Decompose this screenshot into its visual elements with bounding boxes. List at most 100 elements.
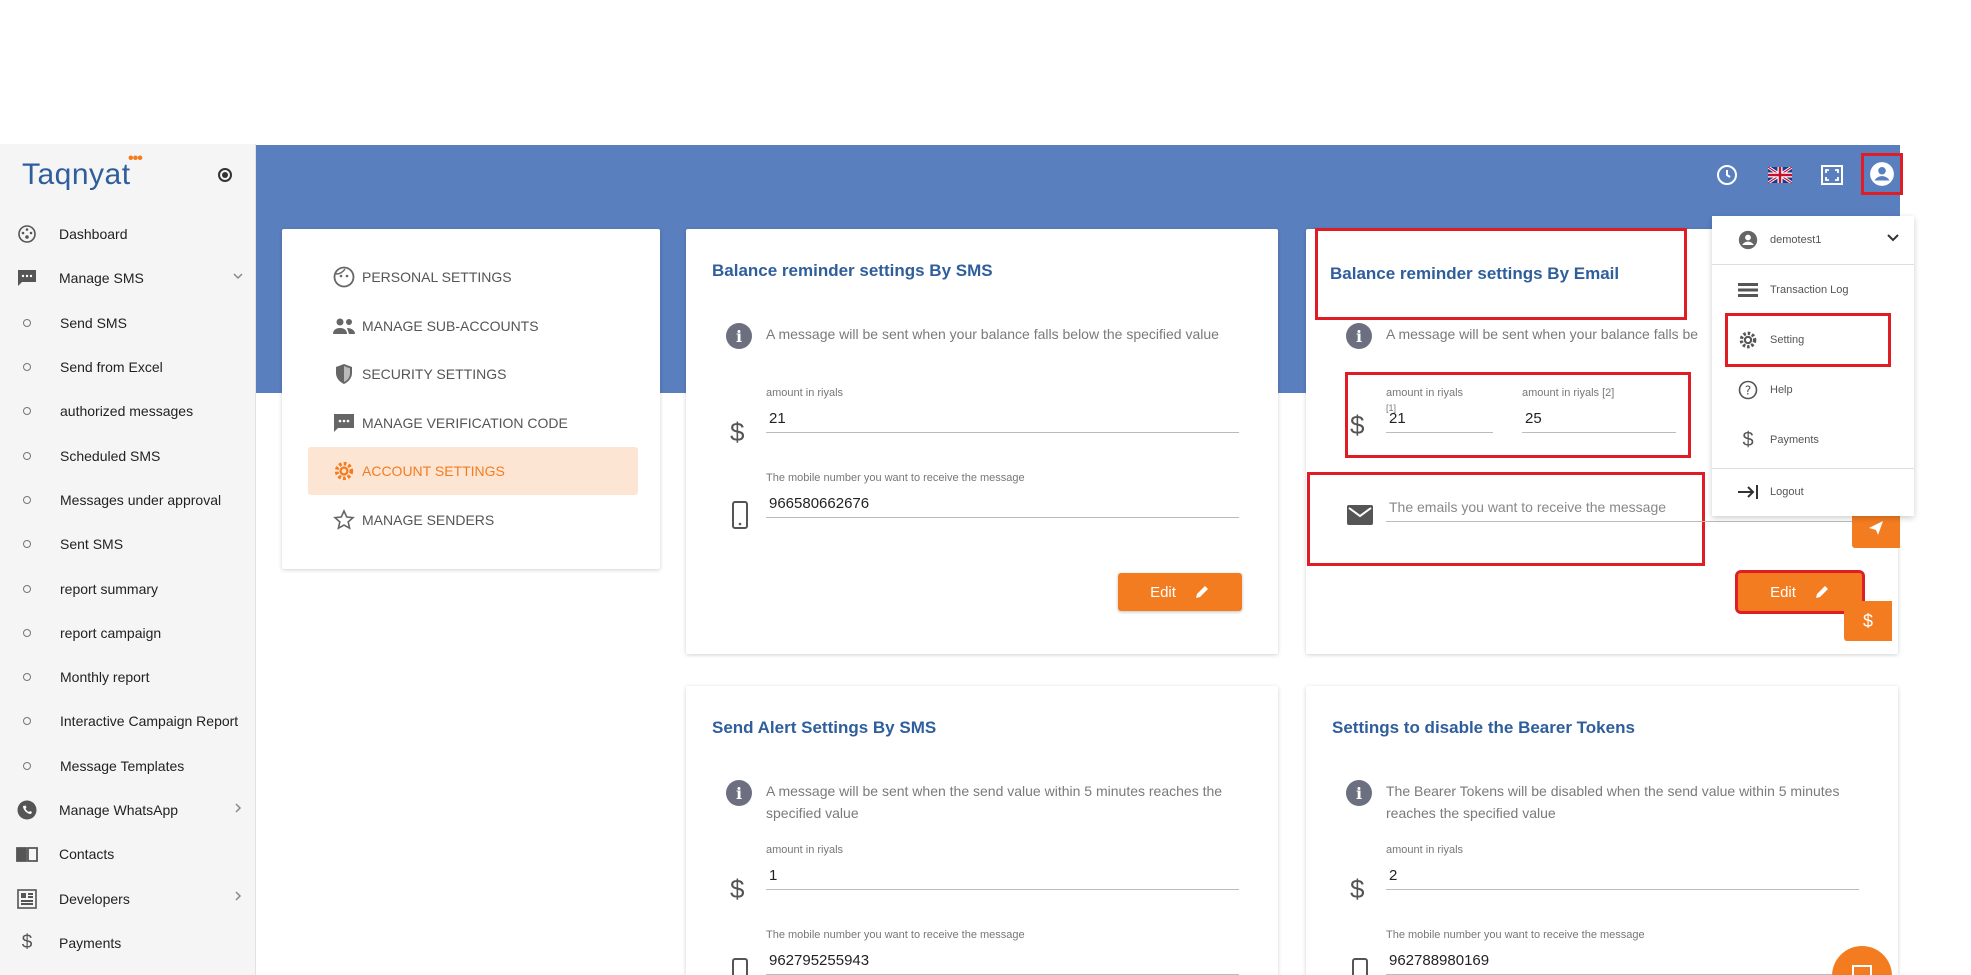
transaction-log-item[interactable]: Transaction Log bbox=[1712, 266, 1914, 314]
sidebar-item-messages-under-approval[interactable]: Messages under approval bbox=[0, 478, 256, 522]
menu-item-label: MANAGE SENDERS bbox=[362, 511, 495, 528]
mobile-input[interactable] bbox=[766, 947, 1239, 975]
info-icon: i bbox=[1346, 323, 1372, 349]
developers-icon bbox=[16, 888, 38, 910]
amount-field: amount in riyals bbox=[766, 844, 1239, 890]
sidebar-item-label: Monthly report bbox=[60, 669, 150, 686]
sidebar-item-manage-sms[interactable]: Manage SMS bbox=[0, 256, 256, 300]
info-row: i The Bearer Tokens will be disabled whe… bbox=[1346, 780, 1866, 824]
sidebar-item-label: Manage SMS bbox=[59, 270, 144, 287]
card-title: Send Alert Settings By SMS bbox=[712, 718, 937, 737]
uk-flag-icon[interactable] bbox=[1765, 160, 1795, 190]
field-label: The mobile number you want to receive th… bbox=[1386, 929, 1645, 941]
menu-item-security-settings[interactable]: SECURITY SETTINGS bbox=[308, 350, 638, 398]
bullet-icon bbox=[23, 717, 31, 726]
edit-button[interactable]: Edit bbox=[1118, 573, 1242, 611]
sidebar-item-message-templates[interactable]: Message Templates bbox=[0, 744, 256, 788]
sidebar-item-label: authorized messages bbox=[60, 403, 194, 420]
setting-item[interactable]: Setting bbox=[1725, 313, 1891, 367]
sidebar-item-send-from-excel[interactable]: Send from Excel bbox=[0, 345, 256, 389]
sidebar-item-label: Scheduled SMS bbox=[60, 447, 161, 464]
sidebar-item-payments[interactable]: $ Payments bbox=[0, 921, 256, 965]
menu-item-label: SECURITY SETTINGS bbox=[362, 366, 507, 382]
menu-item-manage-senders[interactable]: MANAGE SENDERS bbox=[308, 496, 638, 544]
history-icon[interactable] bbox=[1712, 160, 1742, 190]
logo-text: Taqnyat bbox=[22, 158, 131, 191]
settings-menu-card: PERSONAL SETTINGS MANAGE SUB-ACCOUNTS SECU… bbox=[282, 229, 660, 569]
card-title: Balance reminder settings By Email bbox=[1315, 228, 1687, 320]
message-icon bbox=[332, 411, 356, 435]
fullscreen-icon[interactable] bbox=[1817, 160, 1847, 190]
menu-item-personal-settings[interactable]: PERSONAL SETTINGS bbox=[308, 253, 638, 301]
sidebar-item-monthly-report[interactable]: Monthly report bbox=[0, 655, 256, 699]
sidebar-toggle[interactable] bbox=[218, 168, 232, 182]
amount2-input[interactable] bbox=[1522, 405, 1676, 433]
sidebar-item-send-sms[interactable]: Send SMS bbox=[0, 301, 256, 345]
menu-item-manage-sub-accounts[interactable]: MANAGE SUB-ACCOUNTS bbox=[308, 302, 638, 350]
sms-icon bbox=[16, 267, 38, 289]
dollar-icon: $ bbox=[1742, 428, 1754, 451]
sidebar-item-dashboard[interactable]: Dashboard bbox=[0, 212, 256, 256]
chat-icon bbox=[1852, 965, 1872, 975]
sidebar-item-packages[interactable]: Packages bbox=[0, 965, 256, 975]
edit-label: Edit bbox=[1770, 583, 1796, 601]
help-item[interactable]: ? Help bbox=[1712, 366, 1914, 414]
edit-label: Edit bbox=[1150, 583, 1176, 601]
sidebar-nav: Dashboard Manage SMS Send SMS Send from Exc… bbox=[0, 212, 256, 975]
sidebar-item-label: Payments bbox=[59, 934, 122, 951]
user-menu-username[interactable]: demotest1 bbox=[1712, 216, 1914, 264]
info-icon: i bbox=[726, 780, 752, 806]
mail-icon bbox=[1346, 504, 1374, 526]
logout-item[interactable]: Logout bbox=[1712, 468, 1914, 516]
bullet-icon bbox=[23, 628, 31, 637]
field-label: amount in riyals bbox=[766, 844, 844, 856]
info-icon: i bbox=[726, 323, 752, 349]
menu-item-manage-verification-code[interactable]: MANAGE VERIFICATION CODE bbox=[308, 399, 638, 447]
shield-icon bbox=[332, 362, 356, 386]
sidebar-item-interactive-campaign-report[interactable]: Interactive Campaign Report bbox=[0, 699, 256, 743]
dollar-icon: $ bbox=[21, 931, 33, 953]
card-title: Settings to disable the Bearer Tokens bbox=[1332, 718, 1635, 737]
sidebar-item-sent-sms[interactable]: Sent SMS bbox=[0, 522, 256, 566]
info-text: The Bearer Tokens will be disabled when … bbox=[1386, 783, 1840, 821]
logo[interactable]: Taqnyat ••• bbox=[22, 150, 172, 198]
amount2-field: amount in riyals [2] bbox=[1522, 387, 1676, 433]
phone-icon bbox=[732, 958, 748, 975]
menu-label: Logout bbox=[1770, 486, 1804, 498]
field-sublabel: [1] bbox=[1386, 403, 1397, 413]
sidebar-item-report-campaign[interactable]: report campaign bbox=[0, 611, 256, 655]
menu-item-label: ACCOUNT SETTINGS bbox=[362, 463, 505, 479]
sidebar-item-manage-whatsapp[interactable]: Manage WhatsApp bbox=[0, 788, 256, 832]
amount-input[interactable] bbox=[766, 862, 1239, 890]
account-icon[interactable] bbox=[1861, 153, 1903, 195]
sms-balance-card: Balance reminder settings By SMS i A mes… bbox=[686, 229, 1278, 654]
sidebar-item-contacts[interactable]: Contacts bbox=[0, 832, 256, 876]
bullet-icon bbox=[23, 584, 31, 593]
whatsapp-icon bbox=[16, 799, 38, 821]
send-alert-card: Send Alert Settings By SMS i A message w… bbox=[686, 686, 1278, 975]
sidebar-item-label: Sent SMS bbox=[60, 536, 124, 553]
dollar-icon: $ bbox=[1350, 874, 1365, 904]
send-icon bbox=[1869, 521, 1883, 535]
amount1-input[interactable] bbox=[1386, 405, 1493, 433]
amount-input[interactable] bbox=[766, 405, 1239, 433]
sidebar-item-label: Manage WhatsApp bbox=[59, 802, 179, 818]
payments-tab[interactable]: $ bbox=[1844, 601, 1892, 641]
people-icon bbox=[332, 314, 356, 338]
logo-dots: ••• bbox=[128, 150, 143, 167]
sidebar-item-developers[interactable]: Developers bbox=[0, 876, 256, 920]
amount-input[interactable] bbox=[1386, 862, 1859, 890]
mobile-input[interactable] bbox=[1386, 947, 1859, 975]
list-icon bbox=[1736, 278, 1760, 302]
menu-item-account-settings[interactable]: ACCOUNT SETTINGS bbox=[308, 447, 638, 495]
pencil-icon bbox=[1815, 586, 1828, 598]
sidebar-item-report-summary[interactable]: report summary bbox=[0, 566, 256, 610]
mobile-field: The mobile number you want to receive th… bbox=[1386, 929, 1859, 975]
mobile-input[interactable] bbox=[766, 490, 1239, 518]
bullet-icon bbox=[23, 673, 31, 682]
bullet-icon bbox=[23, 318, 31, 327]
sidebar-item-scheduled-sms[interactable]: Scheduled SMS bbox=[0, 433, 256, 477]
payments-item[interactable]: $ Payments bbox=[1712, 416, 1914, 464]
sidebar-item-label: Messages under approval bbox=[60, 491, 222, 508]
sidebar-item-authorized-messages[interactable]: authorized messages bbox=[0, 389, 256, 433]
